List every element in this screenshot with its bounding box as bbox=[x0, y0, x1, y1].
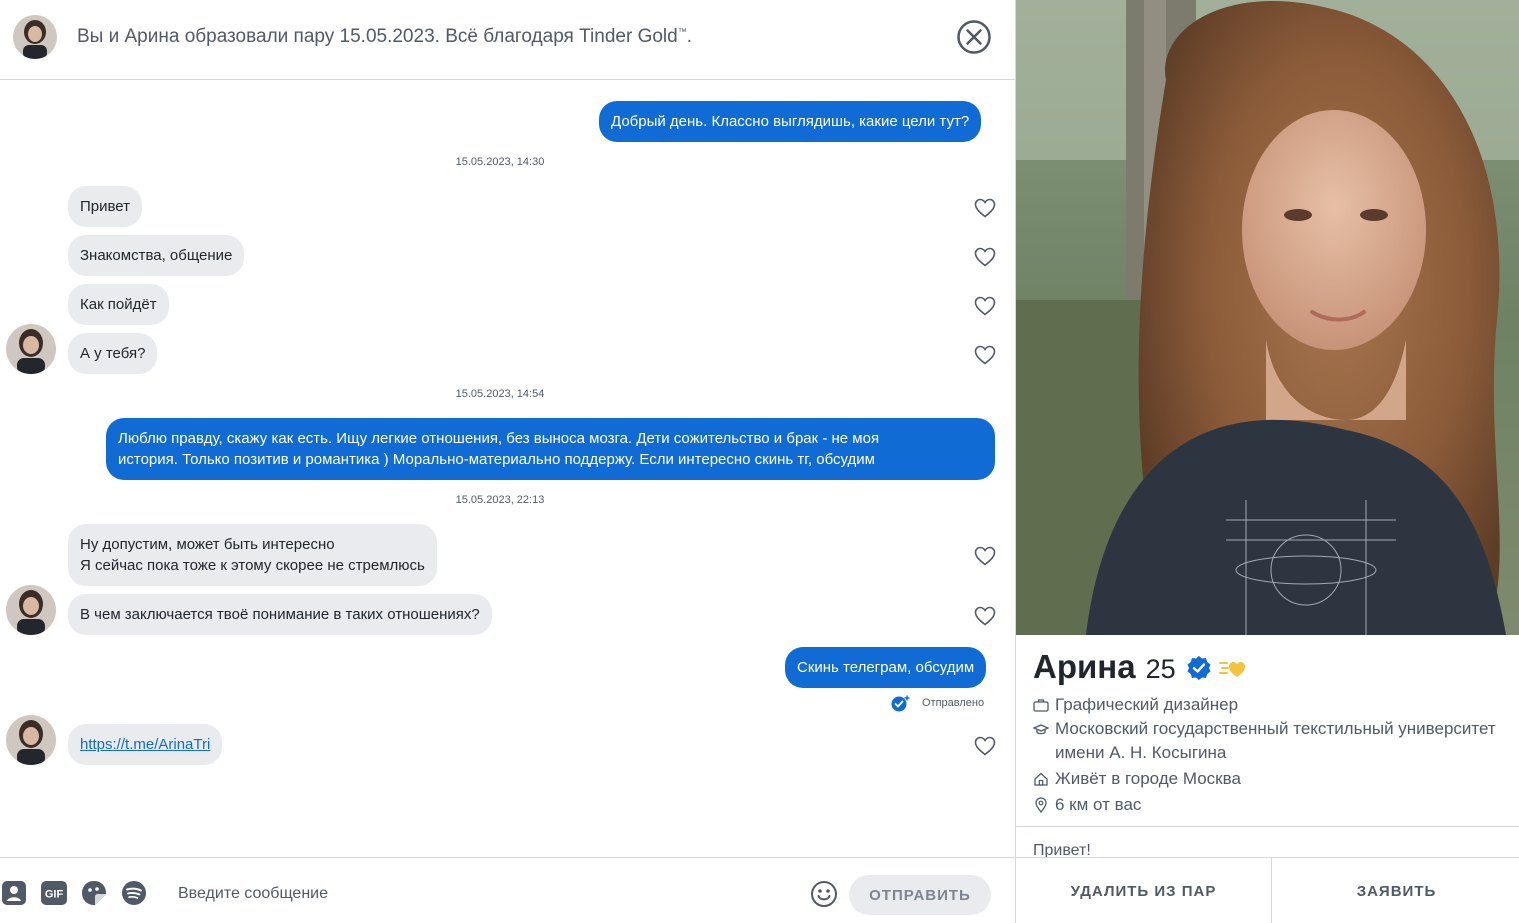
sent-check-icon bbox=[890, 694, 910, 712]
profile-school-line: Московский государственный текстильный у… bbox=[1055, 719, 1496, 738]
like-message-heart-icon[interactable] bbox=[974, 345, 996, 365]
profile-photo[interactable] bbox=[1016, 0, 1519, 635]
location-pin-icon bbox=[1033, 793, 1053, 817]
message-bubble-incoming[interactable]: Привет bbox=[68, 186, 143, 227]
message-line: Я сейчас пока тоже к этому скорее не стр… bbox=[80, 557, 425, 574]
match-info-title: Вы и Арина образовали пару 15.05.2023. В… bbox=[77, 26, 692, 48]
message-timestamp: 15.05.2023, 14:30 bbox=[455, 156, 545, 168]
gif-icon[interactable]: GIF bbox=[40, 880, 68, 906]
profile-job-row: Графический дизайнер bbox=[1033, 693, 1505, 717]
sticker-icon[interactable] bbox=[80, 880, 108, 906]
profile-distance: 6 км от вас bbox=[1055, 795, 1142, 814]
message-bubble-outgoing[interactable]: Добрый день. Классно выглядишь, какие це… bbox=[599, 101, 982, 142]
sender-avatar[interactable] bbox=[6, 715, 56, 765]
message-input[interactable] bbox=[178, 881, 778, 907]
profile-distance-row: 6 км от вас bbox=[1033, 793, 1505, 817]
chat-panel: Вы и Арина образовали пару 15.05.2023. В… bbox=[0, 0, 1015, 923]
like-message-heart-icon[interactable] bbox=[974, 606, 996, 626]
profile-city-row: Живёт в городе Москва bbox=[1033, 767, 1505, 791]
gif-icon-label: GIF bbox=[45, 889, 64, 901]
message-bubble-incoming[interactable]: Ну допустим, может быть интересно Я сейч… bbox=[68, 524, 437, 586]
profile-actions: УДАЛИТЬ ИЗ ПАР ЗАЯВИТЬ bbox=[1016, 857, 1519, 923]
like-message-heart-icon[interactable] bbox=[974, 198, 996, 218]
profile-divider bbox=[1016, 826, 1519, 827]
match-info-prefix: Вы и Арина образовали пару 15.05.2023. В… bbox=[77, 26, 580, 47]
unmatch-button[interactable]: УДАЛИТЬ ИЗ ПАР bbox=[1016, 858, 1272, 923]
profile-city: Живёт в городе Москва bbox=[1055, 769, 1241, 788]
profile-name: Арина bbox=[1033, 648, 1136, 685]
graduation-cap-icon bbox=[1033, 717, 1053, 741]
message-bubble-outgoing[interactable]: Скинь телеграм, обсудим bbox=[785, 647, 987, 688]
sent-status-label: Отправлено bbox=[922, 697, 985, 709]
message-status: Отправлено bbox=[890, 694, 984, 712]
profile-school: Московский государственный текстильный у… bbox=[1055, 717, 1505, 765]
trademark-sign: ™ bbox=[677, 26, 687, 37]
like-message-heart-icon[interactable] bbox=[974, 546, 996, 566]
match-info-suffix: . bbox=[686, 26, 692, 47]
chat-header: Вы и Арина образовали пару 15.05.2023. В… bbox=[0, 0, 1015, 80]
emoji-icon[interactable] bbox=[810, 880, 838, 908]
profile-school-line: имени А. Н. Косыгина bbox=[1055, 743, 1227, 762]
sender-avatar[interactable] bbox=[6, 585, 56, 635]
message-bubble-outgoing[interactable]: Люблю правду, скажу как есть. Ищу легкие… bbox=[106, 418, 995, 480]
profile-school-row: Московский государственный текстильный у… bbox=[1033, 717, 1505, 765]
profile-panel: Арина 25 Графический дизайнер Московский… bbox=[1015, 0, 1519, 923]
gold-heart-icon bbox=[1219, 657, 1247, 679]
contact-card-icon[interactable] bbox=[0, 880, 28, 906]
message-line: Ну допустим, может быть интересно bbox=[80, 536, 335, 553]
send-button[interactable]: ОТПРАВИТЬ bbox=[849, 875, 991, 915]
message-bubble-incoming[interactable]: Как пойдёт bbox=[68, 284, 169, 325]
message-bubble-incoming: https://t.me/ArinaTri bbox=[68, 724, 223, 765]
like-message-heart-icon[interactable] bbox=[974, 736, 996, 756]
message-timestamp: 15.05.2023, 22:13 bbox=[455, 494, 545, 506]
message-line: Люблю правду, скажу как есть. Ищу легкие… bbox=[118, 430, 880, 447]
message-composer: GIF Введите сообщение ОТПРАВИТЬ bbox=[0, 857, 1015, 923]
match-avatar[interactable] bbox=[13, 15, 57, 59]
tinder-gold-label: Tinder Gold bbox=[579, 26, 678, 47]
briefcase-icon bbox=[1033, 693, 1053, 717]
message-bubble-incoming[interactable]: В чем заключается твоё понимание в таких… bbox=[68, 594, 492, 635]
close-icon[interactable] bbox=[956, 19, 992, 55]
house-icon bbox=[1033, 767, 1053, 791]
telegram-link[interactable]: https://t.me/ArinaTri bbox=[80, 736, 210, 753]
profile-age: 25 bbox=[1145, 654, 1176, 684]
sender-avatar[interactable] bbox=[6, 324, 56, 374]
verified-badge-icon bbox=[1186, 655, 1212, 681]
message-bubble-incoming[interactable]: Знакомства, общение bbox=[68, 235, 245, 276]
message-timestamp: 15.05.2023, 14:54 bbox=[455, 388, 545, 400]
report-button[interactable]: ЗАЯВИТЬ bbox=[1273, 858, 1519, 923]
profile-job: Графический дизайнер bbox=[1055, 695, 1239, 714]
like-message-heart-icon[interactable] bbox=[974, 296, 996, 316]
message-bubble-incoming[interactable]: А у тебя? bbox=[68, 333, 158, 374]
profile-name-age: Арина 25 bbox=[1033, 648, 1176, 686]
spotify-icon[interactable] bbox=[120, 880, 148, 906]
message-line: история. Только позитив и романтика ) Мо… bbox=[118, 451, 875, 468]
like-message-heart-icon[interactable] bbox=[974, 247, 996, 267]
